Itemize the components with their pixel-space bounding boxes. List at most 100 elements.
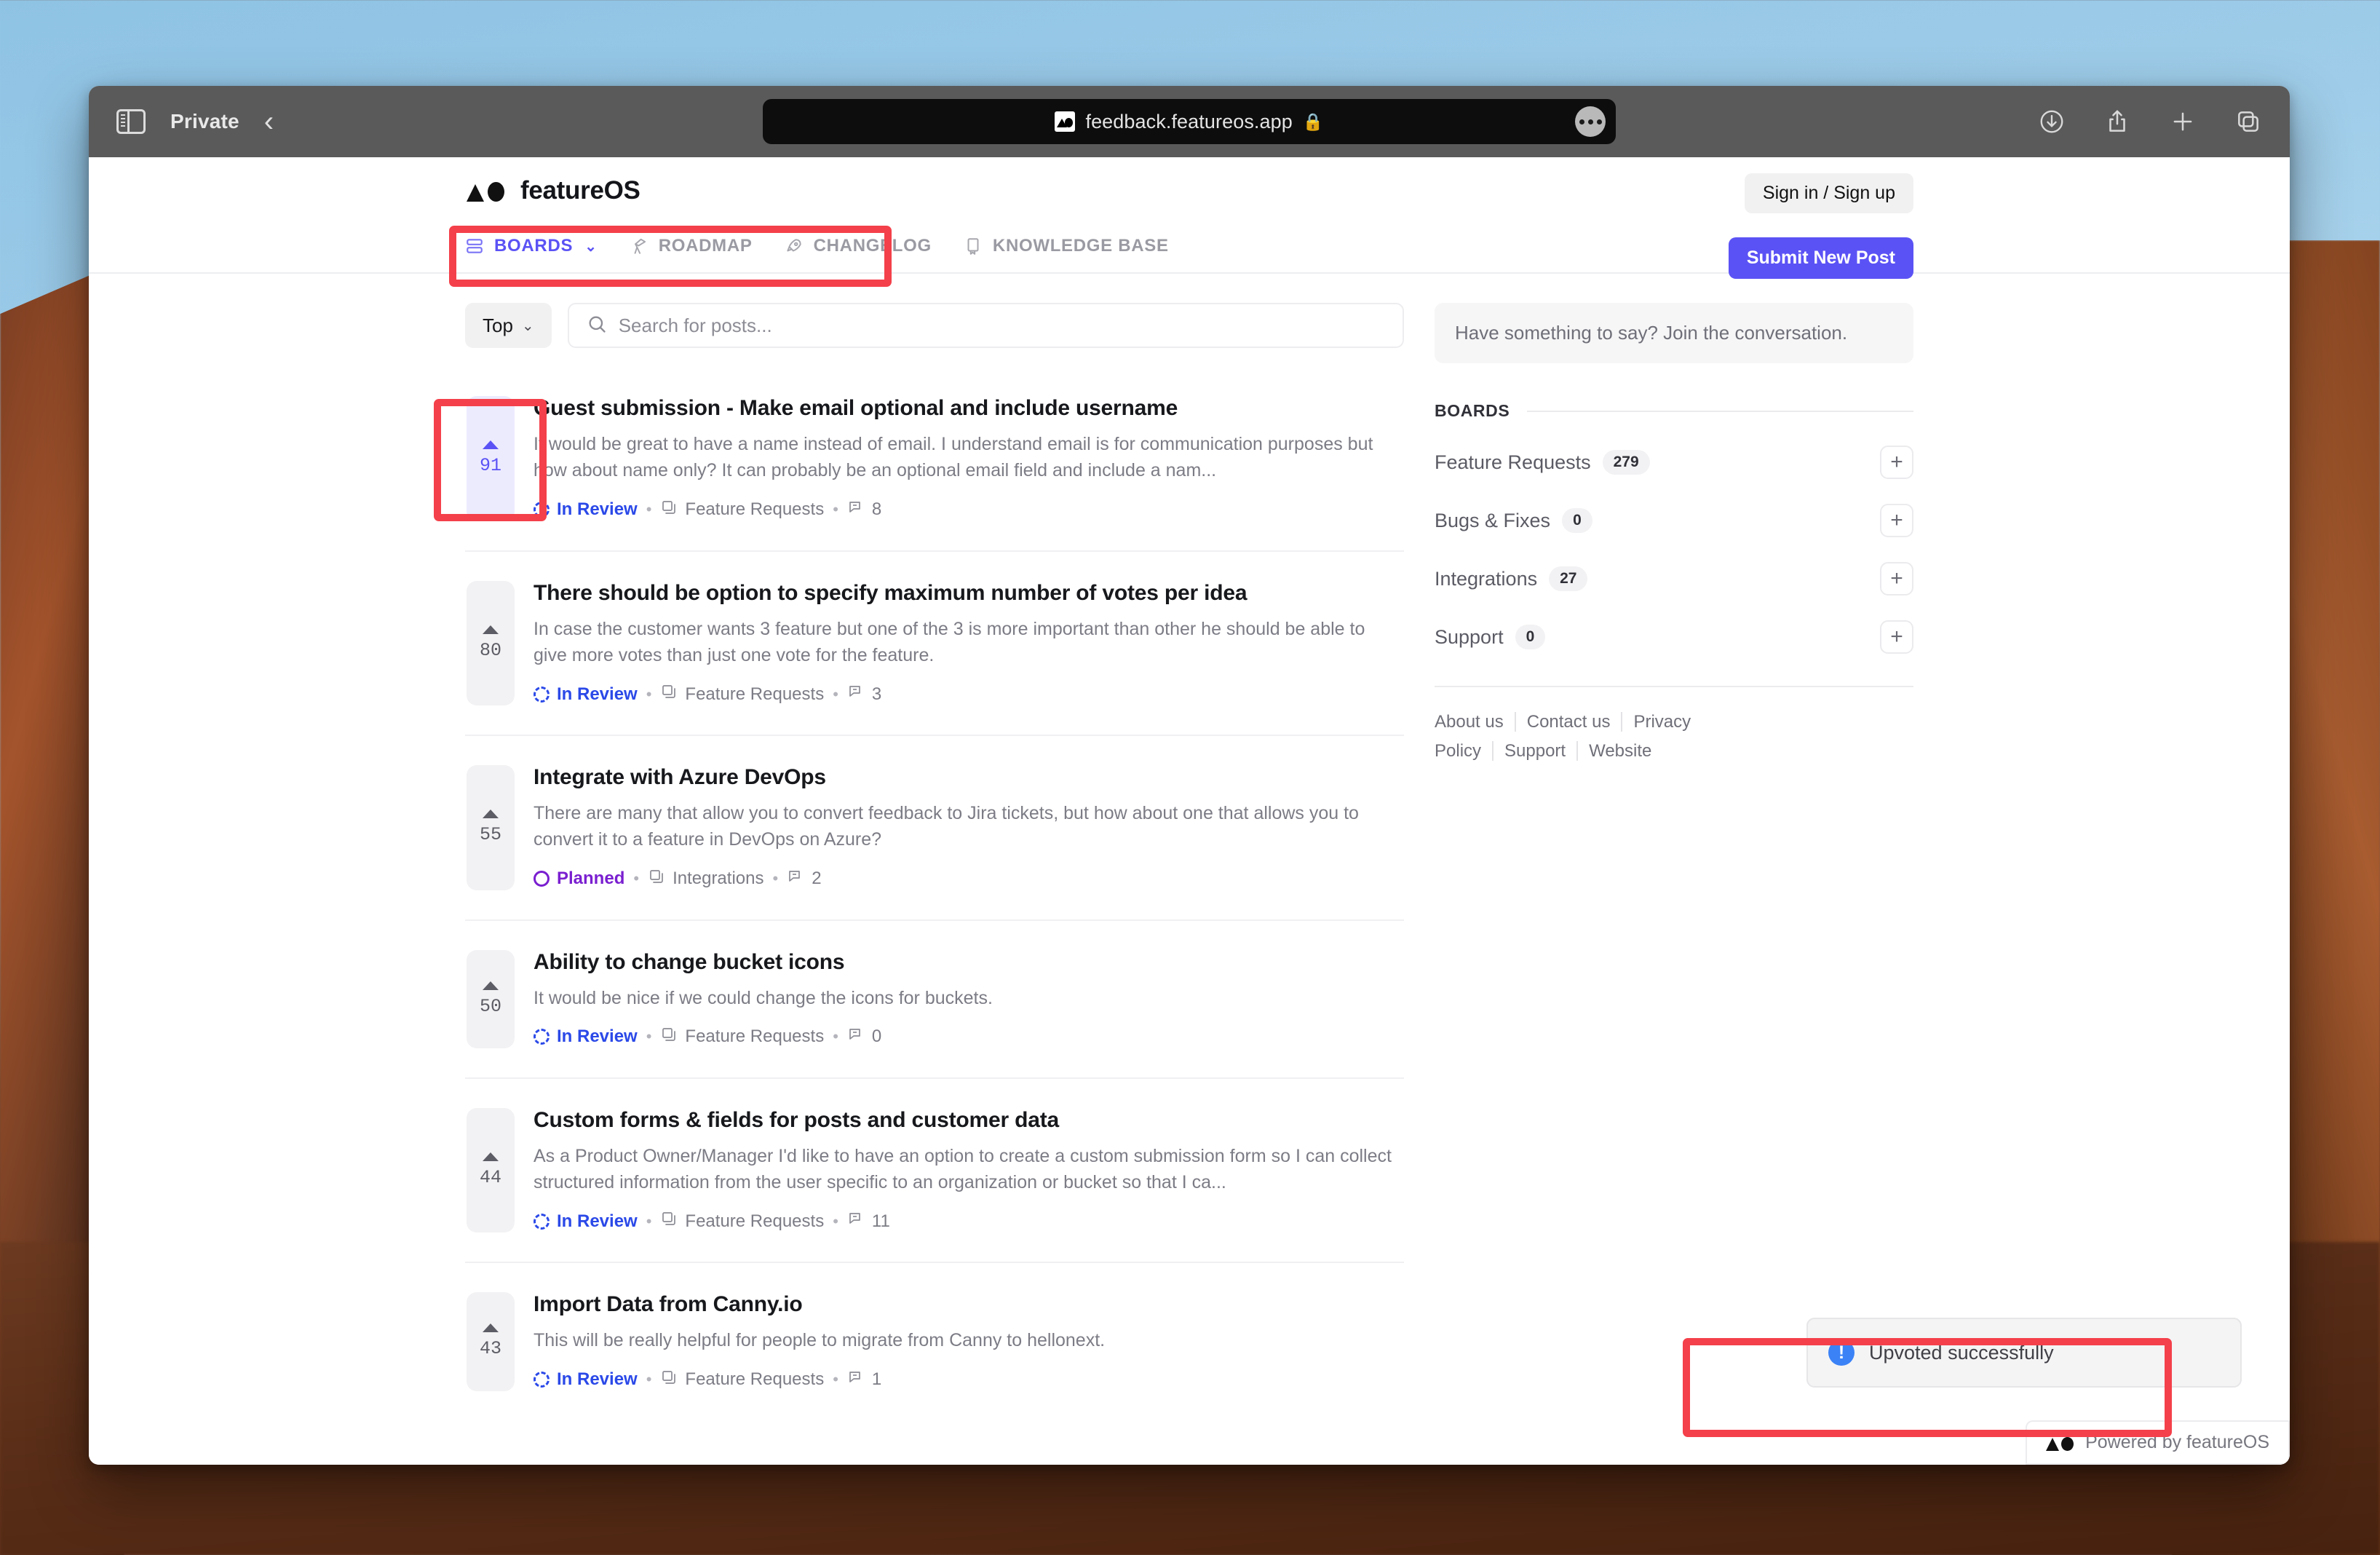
post-meta: In Review • Feature Requests •: [533, 1026, 1403, 1048]
browser-window: Private ‹ feedback.featureos.app 🔒 featu…: [89, 86, 2290, 1465]
address-bar-url: feedback.featureos.app: [1085, 110, 1293, 132]
upvote-button[interactable]: 43: [467, 1292, 515, 1391]
footer-link[interactable]: About us: [1435, 712, 1515, 732]
footer-link[interactable]: Support: [1492, 740, 1577, 761]
meta-separator: •: [646, 684, 652, 703]
post-board[interactable]: Feature Requests: [660, 1026, 824, 1048]
board-label: Feature Requests: [685, 684, 825, 704]
plus-icon[interactable]: +: [1880, 446, 1913, 479]
lock-icon: 🔒: [1302, 111, 1324, 131]
post-board[interactable]: Feature Requests: [660, 1369, 824, 1391]
chevron-down-icon[interactable]: ⌄: [584, 237, 597, 256]
post-title[interactable]: There should be option to specify maximu…: [533, 581, 1403, 606]
nav-item-changelog[interactable]: CHANGELOG: [785, 236, 932, 256]
post-title[interactable]: Ability to change bucket icons: [533, 950, 1403, 975]
post-description: It would be nice if we could change the …: [533, 987, 993, 1008]
chevron-left-icon[interactable]: ‹: [264, 107, 274, 136]
post-comments[interactable]: 2: [787, 868, 822, 890]
comment-icon: [787, 868, 804, 890]
plus-icon[interactable]: +: [1880, 504, 1913, 537]
powered-by-badge[interactable]: Powered by featureOS: [2026, 1420, 2290, 1465]
tab-overview-icon[interactable]: [2234, 108, 2262, 135]
post-title[interactable]: Guest submission - Make email optional a…: [533, 396, 1403, 421]
status-badge: In Review: [533, 1211, 638, 1232]
search-box[interactable]: [567, 303, 1404, 348]
vote-count: 80: [479, 639, 501, 661]
board-icon: [660, 499, 678, 521]
meta-separator: •: [646, 1370, 652, 1388]
nav-item-roadmap[interactable]: ROADMAP: [630, 236, 753, 256]
status-label: In Review: [557, 1369, 638, 1389]
comment-count: 1: [871, 1369, 882, 1389]
status-badge: In Review: [533, 684, 638, 705]
share-icon[interactable]: [2103, 108, 2131, 135]
post-board[interactable]: Feature Requests: [660, 1210, 824, 1232]
post-title[interactable]: Import Data from Canny.io: [533, 1292, 1403, 1317]
footer-link[interactable]: Website: [1576, 740, 1663, 761]
site-header: featureOS Sign in / Sign up Submit New P…: [89, 157, 2290, 279]
brand[interactable]: featureOS: [465, 176, 1913, 205]
upvote-button[interactable]: 44: [467, 1107, 515, 1233]
page-settings-ellipsis-icon[interactable]: [1575, 106, 1606, 137]
upvote-arrow-icon: [483, 981, 499, 990]
board-label: Feature Requests: [685, 1211, 825, 1231]
nav-item-boards[interactable]: BOARDS ⌄: [465, 236, 598, 256]
posts-column: Top ⌄ 91 Guest s: [465, 303, 1404, 1420]
board-name[interactable]: Support: [1435, 626, 1504, 649]
vote-count: 91: [479, 455, 501, 477]
nav-item-boards-label: BOARDS: [494, 236, 574, 256]
sort-dropdown-label: Top: [483, 314, 513, 336]
status-dot-icon: [533, 871, 550, 887]
board-row: Bugs & Fixes 0 +: [1435, 504, 1913, 537]
board-icon: [660, 1026, 678, 1048]
footer-link[interactable]: Contact us: [1514, 712, 1622, 732]
upvote-button[interactable]: 91: [467, 396, 515, 521]
nav-item-changelog-label: CHANGELOG: [813, 236, 932, 256]
sidebar-boards-heading: BOARDS: [1435, 401, 1913, 421]
board-name[interactable]: Integrations: [1435, 568, 1537, 590]
post-title[interactable]: Integrate with Azure DevOps: [533, 765, 1403, 790]
sort-dropdown[interactable]: Top ⌄: [465, 303, 552, 348]
new-tab-icon[interactable]: [2169, 108, 2197, 135]
status-dot-icon: [533, 686, 550, 703]
submit-new-post-button[interactable]: Submit New Post: [1728, 237, 1913, 279]
plus-icon[interactable]: +: [1880, 562, 1913, 596]
post-comments[interactable]: 0: [847, 1026, 881, 1048]
comment-icon: [847, 1210, 865, 1232]
post-title[interactable]: Custom forms & fields for posts and cust…: [533, 1108, 1403, 1133]
board-icon: [648, 868, 665, 890]
post-board[interactable]: Feature Requests: [660, 683, 824, 705]
comment-count: 2: [812, 868, 822, 888]
post-item: 44 Custom forms & fields for posts and c…: [465, 1079, 1404, 1264]
post-board[interactable]: Integrations: [648, 868, 763, 890]
book-icon: [964, 237, 983, 256]
meta-separator: •: [833, 500, 838, 518]
downloads-icon[interactable]: [2038, 108, 2066, 135]
post-comments[interactable]: 11: [847, 1210, 890, 1232]
post-comments[interactable]: 3: [847, 683, 881, 705]
join-conversation-cta: Have something to say? Join the conversa…: [1435, 303, 1913, 363]
plus-icon[interactable]: +: [1880, 620, 1913, 654]
post-board[interactable]: Feature Requests: [660, 499, 824, 521]
post-comments[interactable]: 8: [847, 499, 881, 521]
upvote-button[interactable]: 80: [467, 580, 515, 705]
address-bar[interactable]: feedback.featureos.app 🔒: [763, 99, 1616, 144]
board-name[interactable]: Feature Requests: [1435, 451, 1591, 474]
nav-item-knowledge-base[interactable]: KNOWLEDGE BASE: [964, 236, 1169, 256]
telescope-icon: [630, 237, 648, 256]
brand-name: featureOS: [520, 176, 640, 205]
search-input[interactable]: [618, 314, 1385, 337]
post-description: It would be great to have a name instead…: [533, 434, 1373, 481]
meta-separator: •: [633, 869, 640, 887]
upvote-button[interactable]: 55: [467, 765, 515, 890]
post-description: In case the customer wants 3 feature but…: [533, 618, 1365, 665]
sign-in-sign-up-button[interactable]: Sign in / Sign up: [1744, 173, 1913, 213]
sidebar-toggle-icon[interactable]: [116, 109, 146, 134]
post-comments[interactable]: 1: [847, 1369, 881, 1391]
toolbar-left-group: Private ‹: [116, 107, 274, 136]
upvote-button[interactable]: 50: [467, 949, 515, 1048]
featureos-favicon: [1055, 111, 1076, 132]
board-name[interactable]: Bugs & Fixes: [1435, 510, 1550, 532]
sidebar-column: Have something to say? Join the conversa…: [1435, 303, 1913, 1420]
featureos-logo-small: [2046, 1435, 2074, 1451]
